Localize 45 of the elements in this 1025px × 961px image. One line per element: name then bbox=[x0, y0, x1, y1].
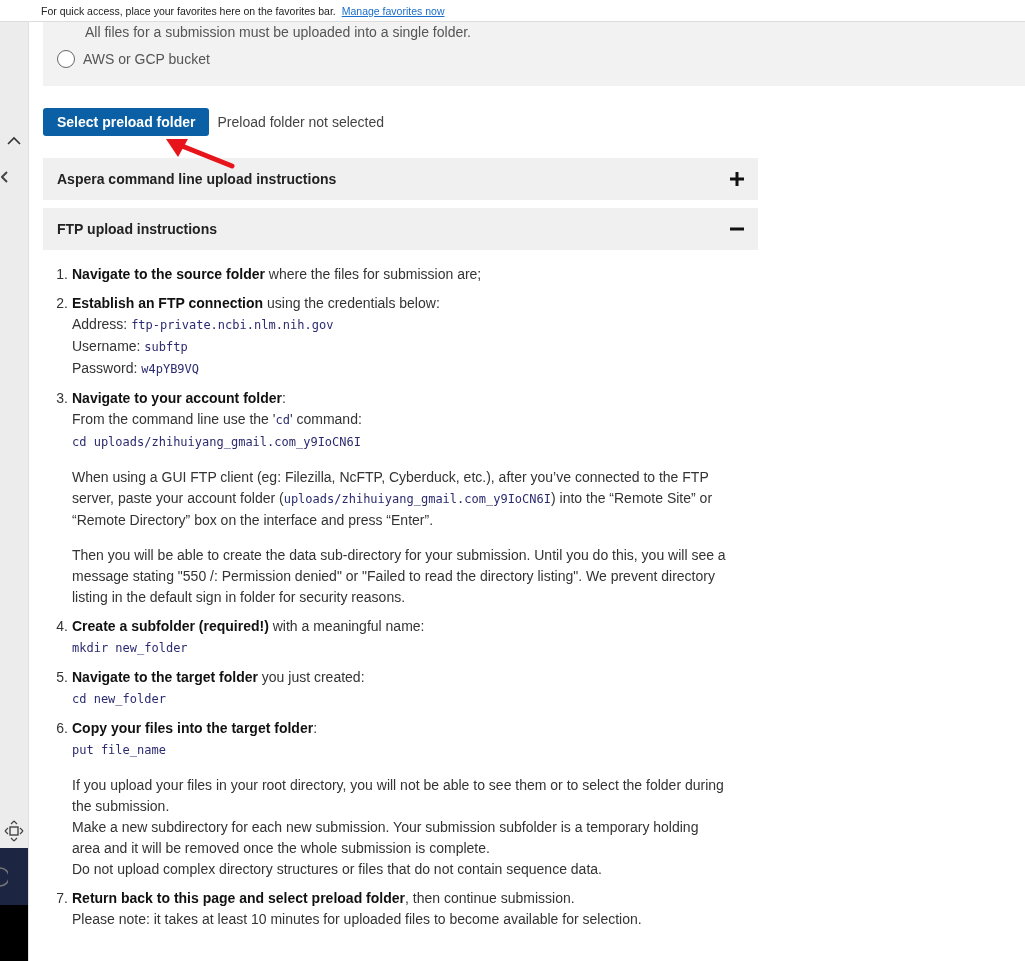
radio-label: AWS or GCP bucket bbox=[83, 51, 210, 67]
step-line: From the command line use the 'cd' command: bbox=[72, 410, 363, 429]
step-paragraph: If you upload your files in your root directory, you will not be able to see them or to select the folder during the submission. bbox=[72, 776, 725, 816]
step-heading: Return back to this page and select preload folder, then continue submission. bbox=[72, 889, 576, 908]
select-preload-folder-button[interactable]: Select preload folder bbox=[43, 108, 210, 136]
manage-favorites-link[interactable]: Manage favorites now bbox=[341, 4, 445, 17]
lower-panel bbox=[0, 905, 28, 961]
step-number: 7. bbox=[55, 889, 69, 908]
step-heading: Establish an FTP connection using the credentials below: bbox=[72, 294, 441, 313]
chevron-up-icon[interactable] bbox=[7, 136, 21, 145]
step-paragraph: Then you will be able to create the data sub-directory for your submission. Until you do this, you will see a message stating "550 /: Permission denied" or "Failed to read the directory listing". We prevent directory listing in the default sign in folder for security reasons. bbox=[72, 546, 727, 607]
step-line: put file_name bbox=[72, 742, 167, 759]
step-number: 4. bbox=[55, 617, 69, 636]
accordion-header[interactable]: FTP upload instructions bbox=[43, 208, 758, 250]
plus-icon[interactable] bbox=[730, 172, 744, 186]
step-line: Make a new subdirectory for each new submission. Your submission subfolder is a temporary holding area and it will be removed once the whole submission is complete. bbox=[72, 818, 700, 858]
upload-note: All files for a submission must be uploaded into a single folder. bbox=[84, 24, 472, 40]
step-line: Do not upload complex directory structures or files that do not contain sequence data. bbox=[72, 860, 603, 879]
step-number: 1. bbox=[55, 265, 69, 284]
step-line: Address: ftp-private.ncbi.nlm.nih.gov bbox=[72, 315, 335, 334]
step-line: Password: w4pYB9VQ bbox=[72, 359, 201, 378]
step-paragraph: When using a GUI FTP client (eg: Filezilla, NcFTP, Cyberduck, etc.), after you’ve connected to the FTP server, paste your account folder (uploads/zhihuiyang_gmail.com_y9IoCN6I) into the “Remote Site” or “Remote Directory” box on the interface and press “Enter”. bbox=[72, 468, 714, 530]
annotation-arrow bbox=[164, 136, 236, 170]
step-number: 2. bbox=[55, 294, 69, 313]
radio-button[interactable] bbox=[57, 50, 75, 68]
step-number: 6. bbox=[55, 719, 69, 738]
step-heading: Create a subfolder (required!) with a meaningful name: bbox=[72, 617, 426, 636]
step-line: Username: subftp bbox=[72, 337, 189, 356]
accordion-title: FTP upload instructions bbox=[57, 221, 217, 237]
favorites-message: For quick access, place your favorites here on the favorites bar. bbox=[41, 4, 336, 17]
move-icon[interactable] bbox=[4, 820, 24, 842]
step-line: Please note: it takes at least 10 minutes for uploaded files to become available for selection. bbox=[72, 910, 643, 929]
step-line: mkdir new_folder bbox=[72, 640, 189, 657]
step-number: 3. bbox=[55, 389, 69, 408]
preload-status: Preload folder not selected bbox=[217, 114, 385, 130]
step-heading: Navigate to the target folder you just created: bbox=[72, 668, 366, 687]
step-number: 5. bbox=[55, 668, 69, 687]
step-heading: Navigate to your account folder: bbox=[72, 389, 287, 408]
accordion-header[interactable]: Aspera command line upload instructions bbox=[43, 158, 758, 200]
chevron-left-icon[interactable] bbox=[0, 171, 8, 183]
step-heading: Copy your files into the target folder: bbox=[72, 719, 319, 738]
accordion-title: Aspera command line upload instructions bbox=[57, 171, 337, 187]
step-heading: Navigate to the source folder where the files for submission are; bbox=[72, 265, 483, 284]
step-line: cd new_folder bbox=[72, 691, 167, 708]
step-line: cd uploads/zhihuiyang_gmail.com_y9IoCN6I bbox=[72, 434, 362, 451]
